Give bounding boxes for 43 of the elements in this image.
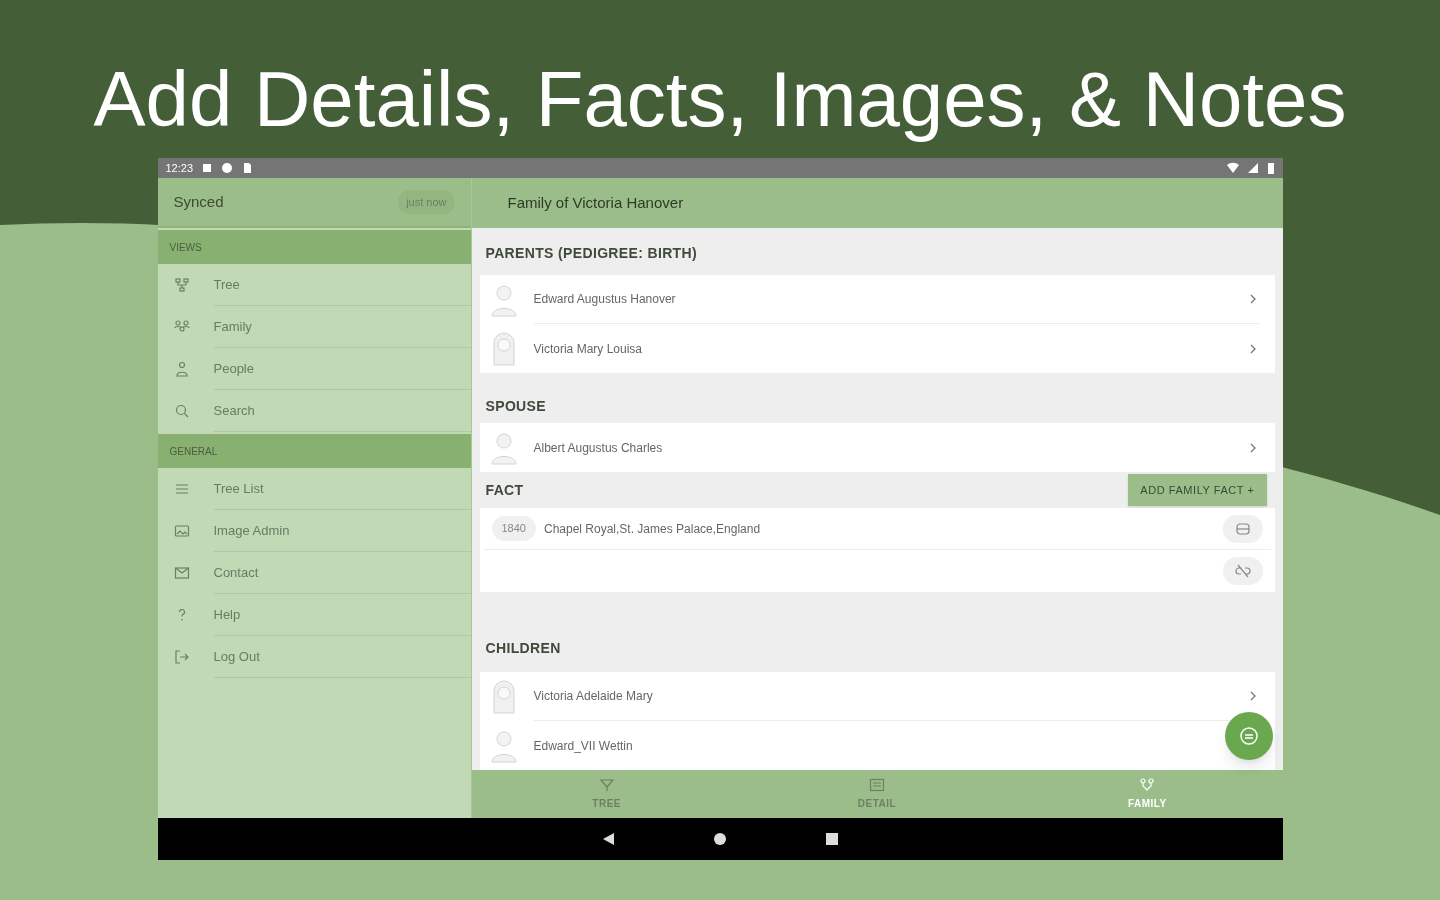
bottom-tab[interactable]: TREE	[471, 770, 742, 818]
sync-status: Synced	[173, 191, 225, 212]
sidebar-item-label: Contact	[213, 563, 259, 582]
sidebar-item[interactable]: People	[157, 348, 471, 390]
person-row[interactable]: Albert Augustus Charles	[479, 423, 1275, 473]
sidebar-item-label: Image Admin	[213, 521, 290, 540]
sidebar-item[interactable]: Image Admin	[157, 510, 471, 552]
year-chip: 1840	[491, 516, 536, 541]
person-name: Edward_VII Wettin	[533, 737, 634, 755]
sidebar-item[interactable]: Contact	[157, 552, 471, 594]
sidebar-item-label: Search	[213, 401, 255, 420]
section-title: SPOUSE	[485, 396, 546, 416]
sidebar-item-label: People	[213, 359, 254, 378]
page-title: Family of Victoria Hanover	[507, 192, 684, 213]
person-row[interactable]: Victoria Mary Louisa	[479, 324, 1275, 374]
person-name: Edward Augustus Hanover	[533, 291, 677, 309]
person-name: Victoria Adelaide Mary	[533, 688, 654, 705]
sidebar-item-label: Tree List	[213, 479, 264, 498]
person-row[interactable]: Edward_VII Wettin	[479, 721, 1275, 770]
section-title: FACT	[485, 482, 524, 499]
fact-place: Chapel Royal,St. James Palace,England	[544, 520, 762, 538]
bottom-tab[interactable]: FAMILY	[1012, 770, 1283, 818]
person-name: Victoria Mary Louisa	[533, 340, 643, 358]
sidebar-item-label: Log Out	[213, 647, 260, 666]
sidebar-item[interactable]: Family	[157, 306, 471, 348]
sidebar-item[interactable]: Tree List	[157, 468, 471, 510]
section-label: VIEWS	[169, 240, 202, 255]
sidebar-item-label: Family	[213, 317, 252, 336]
sidebar-item[interactable]: Log Out	[157, 636, 471, 678]
status-time: 12:23	[165, 160, 194, 176]
person-row[interactable]: Edward Augustus Hanover	[479, 275, 1275, 325]
bottom-tab[interactable]: DETAIL	[741, 770, 1013, 818]
headline: Add Details, Facts, Images, & Notes	[93, 60, 1347, 145]
section-title: PARENTS (PEDIGREE: BIRTH)	[485, 244, 697, 264]
sidebar-item[interactable]: Tree	[157, 264, 471, 306]
section-title: CHILDREN	[485, 638, 561, 658]
section-label: GENERAL	[169, 444, 218, 459]
person-name: Albert Augustus Charles	[533, 439, 664, 457]
sidebar-item[interactable]: Help	[157, 594, 471, 636]
add-family-fact-button[interactable]: ADD FAMILY FACT +	[1128, 474, 1267, 507]
sidebar-item-label: Help	[213, 605, 241, 624]
sidebar-item-label: Tree	[213, 275, 240, 294]
sidebar-item[interactable]: Search	[157, 390, 471, 432]
